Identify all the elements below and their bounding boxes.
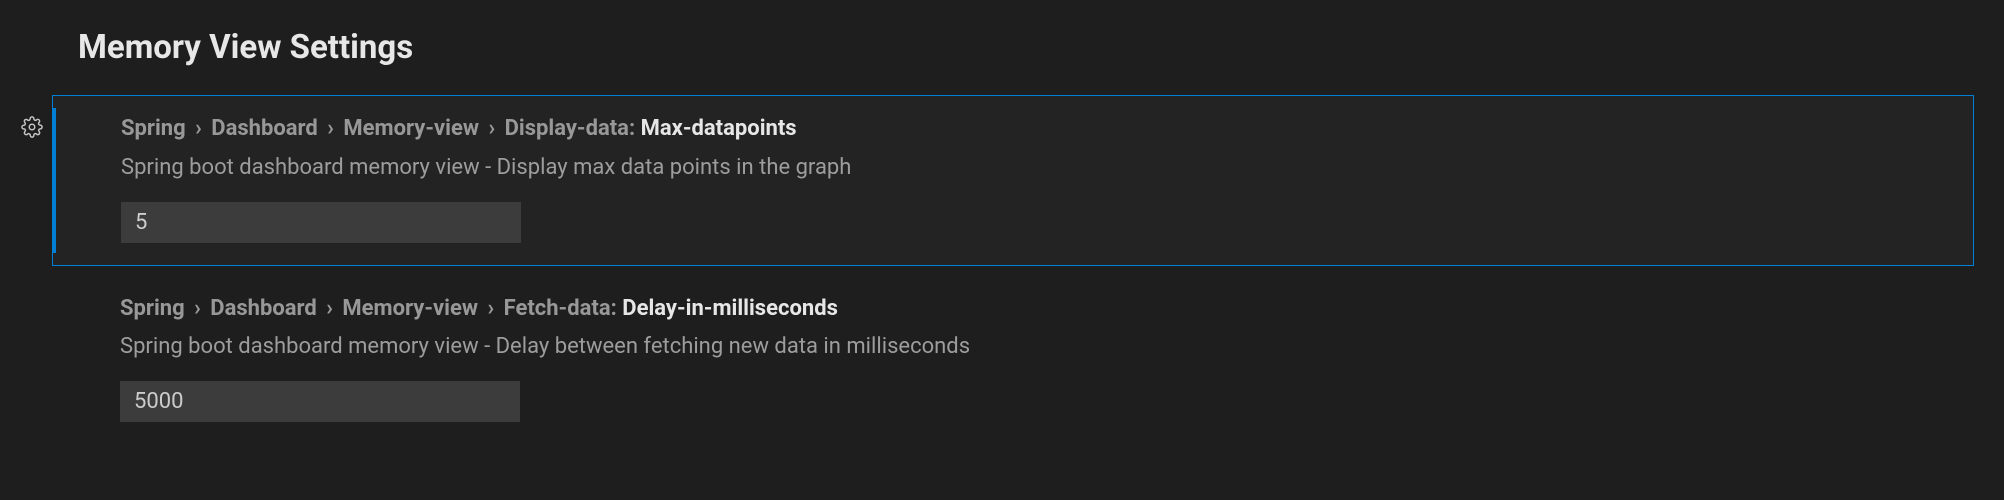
breadcrumb-segment: Dashboard <box>211 116 318 141</box>
breadcrumb-separator: › <box>321 296 339 321</box>
breadcrumb-separator: › <box>322 116 340 141</box>
breadcrumb-segment: Fetch-data <box>504 296 611 321</box>
setting-input-delay-milliseconds[interactable] <box>120 381 520 422</box>
breadcrumb-segment: Spring <box>121 116 186 141</box>
page-title: Memory View Settings <box>78 28 2004 67</box>
breadcrumb-colon: : <box>611 296 623 321</box>
settings-list: Spring › Dashboard › Memory-view › Displ… <box>0 95 2004 444</box>
breadcrumb-segment: Dashboard <box>210 296 317 321</box>
breadcrumb-colon: : <box>629 116 641 141</box>
setting-description: Spring boot dashboard memory view - Dela… <box>120 332 1950 363</box>
setting-item-delay-milliseconds[interactable]: Spring › Dashboard › Memory-view › Fetch… <box>52 266 1974 445</box>
breadcrumb-segment: Spring <box>120 296 185 321</box>
breadcrumb-separator: › <box>189 296 207 321</box>
breadcrumb-separator: › <box>190 116 208 141</box>
gear-icon[interactable] <box>21 116 43 138</box>
breadcrumb-segment: Memory-view <box>343 116 479 141</box>
breadcrumb-separator: › <box>483 116 501 141</box>
setting-item-max-datapoints[interactable]: Spring › Dashboard › Memory-view › Displ… <box>52 95 1974 266</box>
setting-input-max-datapoints[interactable] <box>121 202 521 243</box>
breadcrumb-leaf: Max-datapoints <box>641 116 797 141</box>
breadcrumb-separator: › <box>482 296 500 321</box>
breadcrumb-segment: Display-data <box>505 116 629 141</box>
setting-breadcrumb: Spring › Dashboard › Memory-view › Displ… <box>121 114 1949 145</box>
setting-description: Spring boot dashboard memory view - Disp… <box>121 153 1949 184</box>
breadcrumb-leaf: Delay-in-milliseconds <box>622 296 838 321</box>
breadcrumb-segment: Memory-view <box>342 296 478 321</box>
setting-breadcrumb: Spring › Dashboard › Memory-view › Fetch… <box>120 294 1950 325</box>
